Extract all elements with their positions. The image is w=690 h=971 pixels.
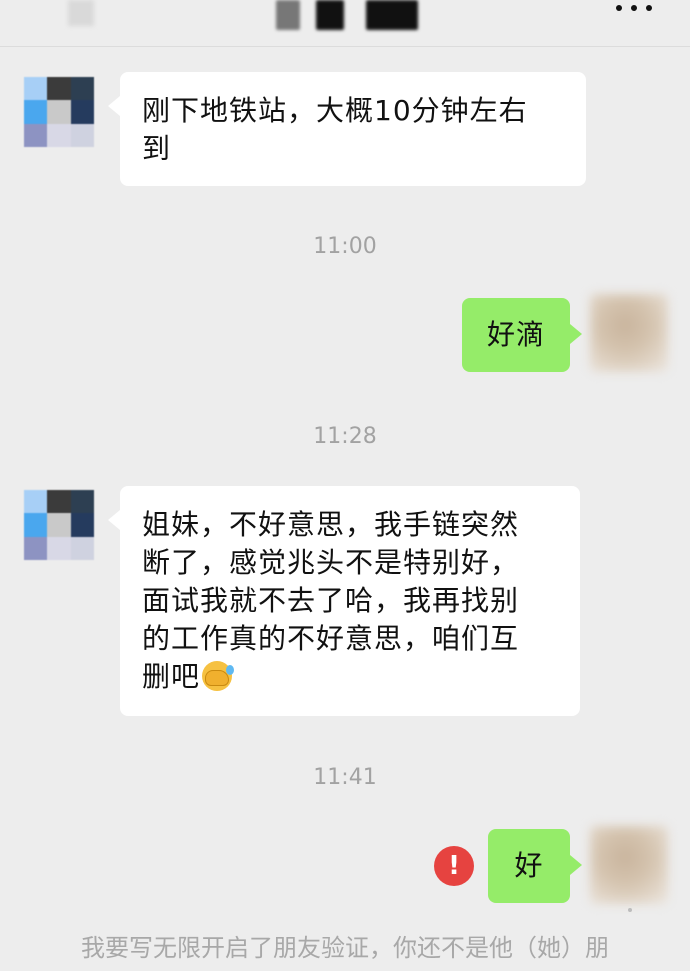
message-text: 到 [142,132,172,165]
message-text: 姐妹，不好意思，我手链突然 [142,508,520,541]
chat-header [0,0,690,47]
message-bubble[interactable]: 姐妹，不好意思，我手链突然 断了，感觉兆头不是特别好， 面试我就不去了哈，我再找… [108,486,580,716]
timestamp: 11:28 [313,424,377,449]
message-text: 断了，感觉兆头不是特别好， [142,546,520,579]
message-text-last-line: 删吧 [142,658,558,696]
chat-title-redacted [316,0,344,30]
message-text: 好 [514,849,544,882]
ellipsis-icon[interactable] [616,2,652,14]
face-palm-emoji-icon [202,661,235,691]
back-area[interactable] [68,0,94,26]
message-text: 刚下地铁站，大概10分钟左右 [142,94,528,127]
message-bubble[interactable]: 刚下地铁站，大概10分钟左右 到 [108,72,586,186]
decorative-dot [628,908,632,912]
message-bubble[interactable]: 好滴 [462,298,582,372]
message-text: 面试我就不去了哈，我再找别 [142,584,520,617]
message-text: 删吧 [142,660,201,693]
message-text: 的工作真的不好意思，咱们互 [142,622,520,655]
message-bubble[interactable]: 好 [488,829,582,903]
chat-title-redacted [276,0,300,30]
system-notice: 我要写无限开启了朋友验证，你还不是他（她）朋 [81,934,609,962]
avatar[interactable] [590,826,668,904]
error-icon[interactable]: ! [434,846,474,886]
avatar[interactable] [590,294,668,372]
message-text: 好滴 [486,318,545,351]
avatar[interactable] [24,490,94,560]
timestamp: 11:41 [313,765,377,790]
chat-title-redacted [366,0,418,30]
avatar[interactable] [24,77,94,147]
timestamp: 11:00 [313,234,377,259]
